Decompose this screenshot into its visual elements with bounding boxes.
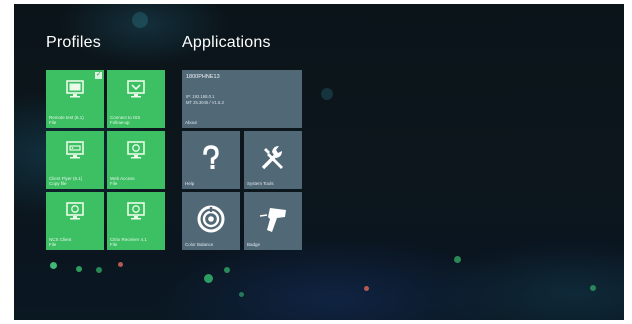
applications-title: Applications xyxy=(182,34,271,51)
selected-check-icon: ✓ xyxy=(95,72,102,79)
bokeh-light xyxy=(224,267,230,273)
monitor-download-icon xyxy=(127,80,145,98)
system-tools-label: System Tools xyxy=(247,181,274,186)
question-mark-icon xyxy=(203,145,219,169)
bokeh-light xyxy=(321,88,333,100)
profile-tile-label: NCS Client File xyxy=(49,237,72,247)
monitor-browser-icon xyxy=(127,202,145,220)
badge-label: Badge xyxy=(247,242,261,247)
bokeh-light xyxy=(204,274,213,283)
barcode-scanner-icon xyxy=(259,208,286,232)
profile-tile-3[interactable]: Client Flyer (6.1) Copy file xyxy=(46,131,104,189)
desktop-screen: Profiles ✓ Remote test (6.1) File Connec… xyxy=(14,4,624,320)
bokeh-light xyxy=(118,262,123,267)
profile-tile-5[interactable]: NCS Client File xyxy=(46,192,104,250)
bokeh-light xyxy=(364,286,369,291)
profile-tile-label: Citrix Receiver 4.1 File xyxy=(110,237,147,247)
tools-icon xyxy=(261,146,283,170)
system-tools-tile[interactable]: System Tools xyxy=(244,131,302,189)
bokeh-light xyxy=(590,285,596,291)
monitor-browser-icon xyxy=(127,141,145,159)
device-info-tile[interactable]: 1800PHNE13 IP: 192.168.0.1 MT 25.3045 / … xyxy=(182,70,302,128)
profile-tile-label: Web Access File xyxy=(110,176,135,186)
profile-tile-label: Connect to ISS Follow-up xyxy=(110,115,141,125)
device-name: 1800PHNE13 xyxy=(186,74,220,80)
color-balance-tile[interactable]: Color Balance xyxy=(182,192,240,250)
color-balance-label: Color Balance xyxy=(185,242,214,247)
bokeh-light xyxy=(132,12,148,28)
bokeh-light xyxy=(50,262,57,269)
profile-tile-label: Remote test (6.1) File xyxy=(49,115,84,125)
help-label: Help xyxy=(185,181,195,186)
monitor-icon xyxy=(66,80,84,98)
profile-tile-1[interactable]: ✓ Remote test (6.1) File xyxy=(46,70,104,128)
help-tile[interactable]: Help xyxy=(182,131,240,189)
profile-tile-2[interactable]: Connect to ISS Follow-up xyxy=(107,70,165,128)
badge-tile[interactable]: Badge xyxy=(244,192,302,250)
color-wheel-icon xyxy=(197,205,225,233)
bokeh-light xyxy=(76,266,82,272)
about-label: About xyxy=(185,120,197,125)
bokeh-light xyxy=(239,292,244,297)
bokeh-light xyxy=(454,256,461,263)
device-info-line: IP: 192.168.0.1 xyxy=(186,94,215,99)
profiles-title: Profiles xyxy=(46,34,101,51)
profile-tile-label: Client Flyer (6.1) Copy file xyxy=(49,176,83,186)
monitor-browser-icon xyxy=(66,202,84,220)
device-info-line: MT 25.3045 / V1.5.3 xyxy=(186,100,224,105)
profile-tile-6[interactable]: Citrix Receiver 4.1 File xyxy=(107,192,165,250)
profile-tile-4[interactable]: Web Access File xyxy=(107,131,165,189)
monitor-drive-icon xyxy=(66,141,84,159)
bokeh-light xyxy=(96,267,102,273)
